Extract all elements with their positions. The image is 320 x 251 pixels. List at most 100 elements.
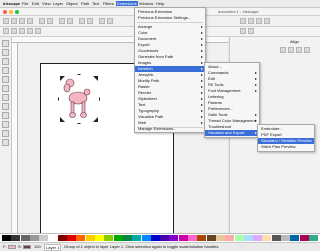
ext-item-previous-extension-settings[interactable]: Previous Extension Settings...: [135, 15, 205, 21]
palette-swatch[interactable]: [281, 235, 290, 241]
palette-swatch[interactable]: [308, 235, 318, 241]
palette-swatch[interactable]: [160, 235, 170, 241]
palette-swatch[interactable]: [169, 235, 179, 241]
print-icon[interactable]: [27, 18, 33, 24]
flip-v-icon[interactable]: [35, 28, 41, 34]
gradient-icon[interactable]: [2, 130, 9, 137]
palette-swatch[interactable]: [197, 235, 207, 241]
poodle-drawing[interactable]: [58, 74, 100, 124]
ellipse-icon[interactable]: [2, 76, 9, 83]
palette-swatch[interactable]: [206, 235, 216, 241]
color-palette: [0, 233, 320, 242]
inkstitch-item-visualize-and-export[interactable]: Visualize and Export ▸: [205, 130, 259, 136]
pen-icon[interactable]: [2, 112, 9, 119]
zoom-in-icon[interactable]: [99, 18, 105, 24]
close-icon[interactable]: [3, 10, 7, 14]
xml-editor-icon[interactable]: [256, 18, 262, 24]
palette-swatch[interactable]: [234, 235, 244, 241]
save-icon[interactable]: [19, 18, 25, 24]
menu-view[interactable]: View: [42, 1, 51, 6]
palette-swatch[interactable]: [243, 235, 253, 241]
redo-icon[interactable]: [67, 18, 73, 24]
pencil-icon[interactable]: [2, 103, 9, 110]
selector-icon[interactable]: [2, 40, 9, 47]
palette-swatch[interactable]: [178, 235, 188, 241]
palette-swatch[interactable]: [132, 235, 142, 241]
palette-swatch[interactable]: [85, 235, 95, 241]
export-icon[interactable]: [47, 18, 53, 24]
star-icon[interactable]: [2, 85, 9, 92]
rotate-ccw-icon[interactable]: [11, 28, 17, 34]
text-icon[interactable]: [2, 121, 9, 128]
minimize-icon[interactable]: [9, 10, 13, 14]
palette-swatch[interactable]: [262, 235, 272, 241]
dropper-icon[interactable]: [2, 139, 9, 146]
menu-file[interactable]: File: [22, 1, 28, 6]
select-all-icon[interactable]: [3, 28, 9, 34]
node-icon[interactable]: [2, 49, 9, 56]
align-center-icon[interactable]: [288, 47, 294, 53]
palette-swatch[interactable]: [150, 235, 160, 241]
palette-swatch[interactable]: [20, 235, 30, 241]
stroke-swatch[interactable]: [23, 245, 31, 249]
menu-window[interactable]: Window: [139, 1, 153, 6]
menu-layer[interactable]: Layer: [53, 1, 63, 6]
align-icon[interactable]: [264, 18, 270, 24]
import-icon[interactable]: [39, 18, 45, 24]
ext-item-manage-extensions[interactable]: Manage Extensions...: [135, 126, 205, 132]
text-font-icon[interactable]: [248, 18, 254, 24]
undo-icon[interactable]: [59, 18, 65, 24]
palette-swatch[interactable]: [299, 235, 309, 241]
palette-swatch[interactable]: [104, 235, 114, 241]
copy-icon[interactable]: [79, 18, 85, 24]
palette-swatch[interactable]: [11, 235, 21, 241]
palette-swatch[interactable]: [48, 235, 58, 241]
palette-swatch[interactable]: [253, 235, 263, 241]
spiral-icon[interactable]: [2, 94, 9, 101]
open-icon[interactable]: [11, 18, 17, 24]
align-top-icon[interactable]: [304, 47, 310, 53]
palette-swatch[interactable]: [215, 235, 225, 241]
zoom-icon[interactable]: [2, 58, 9, 65]
poodle-shape[interactable]: [63, 78, 91, 118]
menu-edit[interactable]: Edit: [32, 1, 39, 6]
palette-swatch[interactable]: [188, 235, 197, 241]
palette-swatch[interactable]: [290, 235, 300, 241]
palette-swatch[interactable]: [225, 235, 235, 241]
menu-inkscape[interactable]: Inkscape: [3, 1, 20, 6]
rotate-cw-icon[interactable]: [19, 28, 25, 34]
menu-object[interactable]: Object: [66, 1, 78, 6]
menu-filters[interactable]: Filters: [103, 1, 114, 6]
fill-stroke-icon[interactable]: [240, 18, 246, 24]
rect-icon[interactable]: [2, 67, 9, 74]
zoom-window-icon[interactable]: [15, 10, 19, 14]
palette-swatch[interactable]: [39, 235, 49, 241]
menu-help[interactable]: Help: [156, 1, 164, 6]
align-right-icon[interactable]: [296, 47, 302, 53]
new-icon[interactable]: [3, 18, 9, 24]
menu-path[interactable]: Path: [81, 1, 89, 6]
palette-swatch[interactable]: [141, 235, 151, 241]
visualize-export-submenu: Embroider... PDF Export Simulator / Real…: [257, 124, 315, 152]
snap-bbox-icon[interactable]: [248, 28, 254, 34]
palette-swatch[interactable]: [113, 235, 123, 241]
zoom-out-icon[interactable]: [107, 18, 113, 24]
fill-swatch[interactable]: [8, 245, 16, 249]
palette-swatch[interactable]: [76, 235, 86, 241]
palette-swatch[interactable]: [95, 235, 104, 241]
palette-swatch[interactable]: [29, 235, 39, 241]
palette-swatch[interactable]: [271, 235, 281, 241]
paste-icon[interactable]: [87, 18, 93, 24]
menu-text[interactable]: Text: [92, 1, 99, 6]
snap-icon[interactable]: [240, 28, 246, 34]
align-left-icon[interactable]: [280, 47, 286, 53]
palette-swatch[interactable]: [57, 235, 67, 241]
palette-swatch[interactable]: [122, 235, 132, 241]
visualize-item-stitch-plan-preview[interactable]: Stitch Plan Preview: [258, 144, 314, 150]
palette-swatch[interactable]: [67, 235, 77, 241]
align-dock-label[interactable]: Align: [290, 39, 299, 44]
menu-extensions[interactable]: Extensions: [116, 1, 138, 6]
flip-h-icon[interactable]: [27, 28, 33, 34]
opacity-value[interactable]: 100: [34, 244, 41, 249]
palette-swatch[interactable]: [2, 235, 11, 241]
